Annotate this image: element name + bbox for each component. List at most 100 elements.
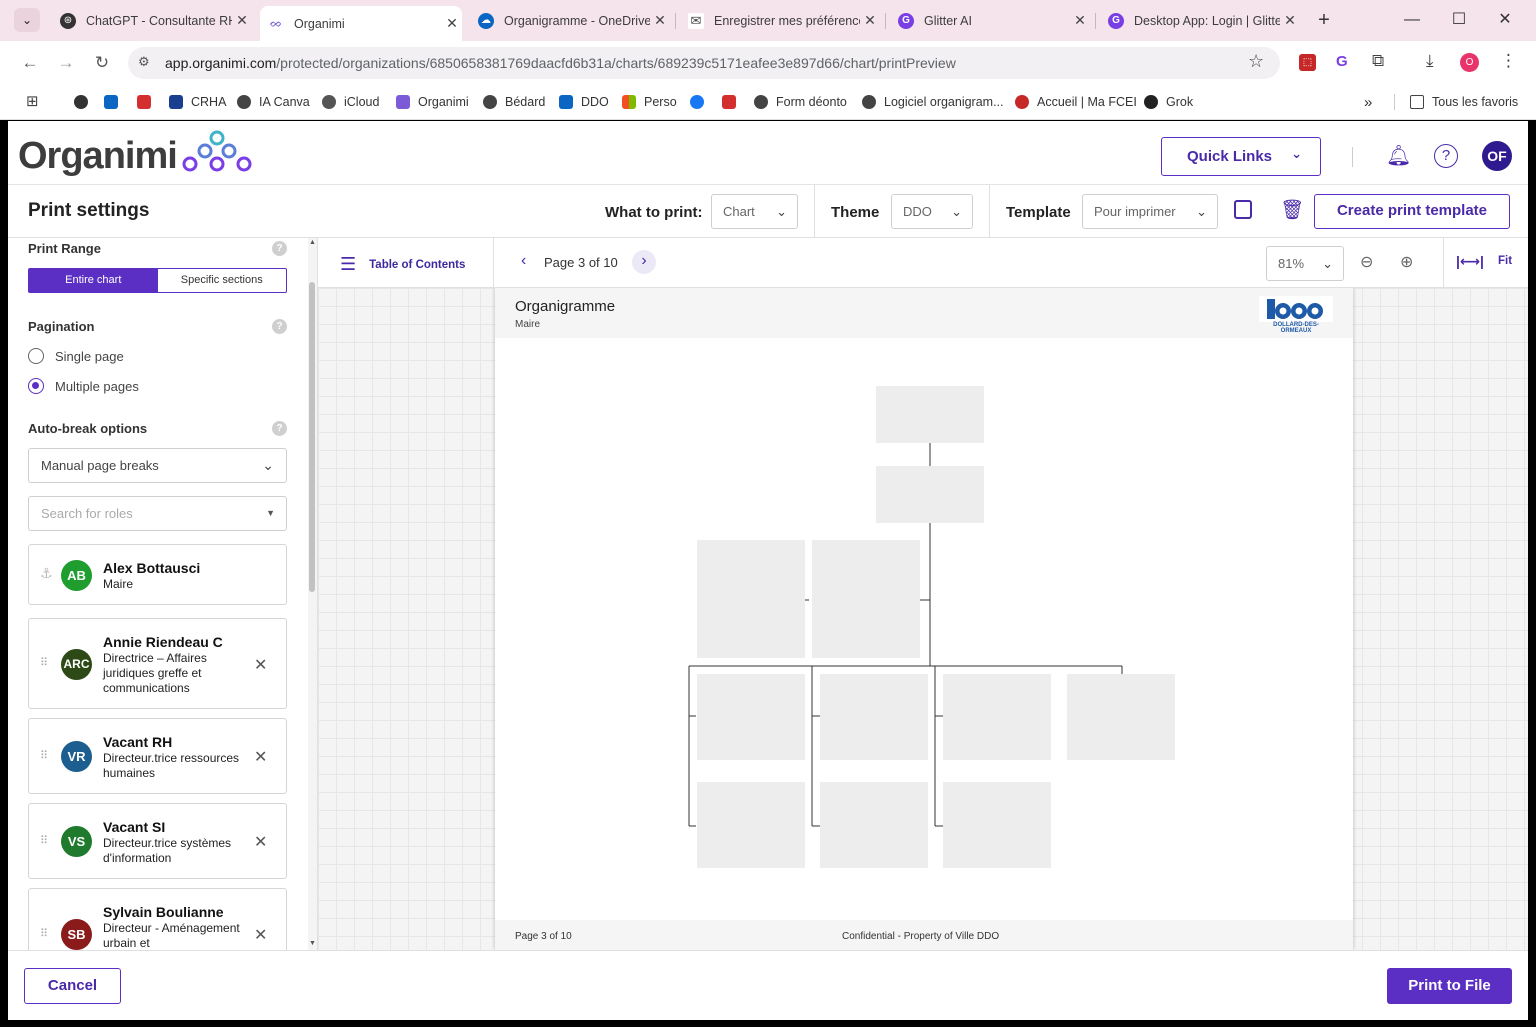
maximize-icon[interactable]: ☐: [1439, 8, 1479, 32]
browser-menu-icon[interactable]: ⋮: [1500, 51, 1517, 71]
close-icon[interactable]: ✕: [1070, 12, 1090, 29]
bookmarks-overflow[interactable]: »: [1364, 93, 1372, 111]
role-card[interactable]: ⚓︎ AB Alex Bottausci Maire: [28, 544, 287, 605]
back-icon[interactable]: ←: [18, 51, 42, 75]
browser-tab[interactable]: G Glitter AI ✕: [890, 7, 1090, 34]
org-chart-node[interactable]: [943, 782, 1051, 868]
auto-break-select[interactable]: Manual page breaks ⌄: [28, 448, 287, 483]
window-close-icon[interactable]: ✕: [1485, 8, 1525, 32]
role-card[interactable]: ⠿ ARC Annie Riendeau C Directrice – Affa…: [28, 618, 287, 709]
org-chart-node[interactable]: [697, 782, 805, 868]
new-tab-button[interactable]: +: [1312, 8, 1336, 32]
role-card[interactable]: ⠿ VS Vacant SI Directeur.trice systèmes …: [28, 803, 287, 879]
remove-icon[interactable]: ✕: [254, 925, 267, 945]
cancel-button[interactable]: Cancel: [24, 968, 121, 1004]
org-chart-node[interactable]: [812, 540, 920, 658]
remove-icon[interactable]: ✕: [254, 747, 267, 767]
downloads-icon[interactable]: ⤓: [1426, 51, 1434, 71]
range-entire-chart[interactable]: Entire chart: [29, 269, 158, 292]
scroll-up-icon[interactable]: ▲: [309, 239, 316, 246]
org-chart-node[interactable]: [876, 466, 984, 523]
browser-tab[interactable]: G Desktop App: Login | Glitter ✕: [1100, 7, 1300, 34]
close-icon[interactable]: ✕: [442, 15, 462, 32]
role-card[interactable]: ⠿ VR Vacant RH Directeur.trice ressource…: [28, 718, 287, 794]
remove-icon[interactable]: ✕: [254, 832, 267, 852]
drag-handle-icon[interactable]: ⠿: [40, 656, 48, 669]
search-roles-input[interactable]: Search for roles ▼: [28, 496, 287, 531]
panel-scrollbar-thumb[interactable]: [309, 282, 315, 592]
organimi-logo[interactable]: Organimi: [18, 135, 178, 178]
bookmark-item[interactable]: Grok: [1144, 93, 1193, 111]
bookmark-item[interactable]: Accueil | Ma FCEI: [1015, 93, 1137, 111]
bell-icon[interactable]: 🔔︎: [1386, 143, 1411, 168]
next-page-icon[interactable]: ›: [632, 250, 656, 274]
site-info-icon[interactable]: ⚙: [138, 54, 150, 70]
close-icon[interactable]: ✕: [650, 12, 670, 29]
browser-tab[interactable]: ✉ Enregistrer mes préférences ✕: [680, 7, 880, 34]
bookmark-item[interactable]: Perso: [622, 93, 677, 111]
org-chart-node[interactable]: [1067, 674, 1175, 760]
bookmark-star-icon[interactable]: ☆: [1248, 51, 1264, 72]
remove-icon[interactable]: ✕: [254, 655, 267, 675]
multiple-pages-radio[interactable]: Multiple pages: [28, 378, 139, 394]
quick-links-button[interactable]: Quick Links ⌄: [1161, 137, 1321, 176]
org-chart-node[interactable]: [820, 782, 928, 868]
bookmark-item[interactable]: Bédard: [483, 93, 545, 111]
org-chart-node[interactable]: [697, 540, 805, 658]
drag-handle-icon[interactable]: ⠿: [40, 749, 48, 762]
org-chart-node[interactable]: [697, 674, 805, 760]
table-of-contents-button[interactable]: ☰ Table of Contents: [340, 254, 465, 275]
close-icon[interactable]: ✕: [1280, 12, 1300, 29]
delete-template-icon[interactable]: 🗑︎: [1280, 198, 1304, 222]
role-card[interactable]: ⠿ SB Sylvain Boulianne Directeur - Aména…: [28, 888, 287, 950]
bookmark-item[interactable]: IA Canva: [237, 93, 310, 111]
grammarly-extension-icon[interactable]: G: [1336, 53, 1348, 70]
bookmark-item[interactable]: CRHA: [169, 93, 226, 111]
what-to-print-select[interactable]: Chart ⌄: [711, 194, 798, 229]
zoom-select[interactable]: 81% ⌄: [1266, 246, 1344, 281]
browser-tab[interactable]: ⊛ ChatGPT - Consultante RH ✕: [52, 7, 252, 34]
close-icon[interactable]: ✕: [860, 12, 880, 29]
drag-handle-icon[interactable]: ⠿: [40, 834, 48, 847]
url-text[interactable]: app.organimi.com/protected/organizations…: [165, 55, 956, 71]
range-specific-sections[interactable]: Specific sections: [158, 269, 287, 292]
zoom-in-icon[interactable]: ⊕: [1400, 252, 1413, 272]
create-print-template-button[interactable]: Create print template: [1314, 194, 1510, 229]
profile-avatar[interactable]: O: [1460, 53, 1479, 72]
print-preview-canvas[interactable]: Organigramme Maire DOLLARD-DES-ORMEAUX P…: [318, 288, 1528, 950]
help-icon[interactable]: ?: [1434, 144, 1458, 168]
all-bookmarks[interactable]: Tous les favoris: [1410, 93, 1518, 111]
org-chart-node[interactable]: [876, 386, 984, 443]
save-template-icon[interactable]: [1234, 200, 1252, 219]
org-chart-node[interactable]: [820, 674, 928, 760]
minimize-icon[interactable]: —: [1392, 8, 1432, 32]
bookmark-item[interactable]: [74, 93, 96, 111]
close-icon[interactable]: ✕: [232, 12, 252, 29]
browser-tab[interactable]: ☁ Organigramme - OneDrive ✕: [470, 7, 670, 34]
bookmark-item[interactable]: [137, 93, 159, 111]
reload-icon[interactable]: ↻: [90, 51, 114, 75]
bookmark-item[interactable]: [722, 93, 744, 111]
scroll-down-icon[interactable]: ▼: [309, 940, 316, 947]
print-to-file-button[interactable]: Print to File: [1387, 968, 1512, 1004]
help-icon[interactable]: ?: [272, 319, 287, 334]
template-select[interactable]: Pour imprimer ⌄: [1082, 194, 1218, 229]
forward-icon[interactable]: →: [54, 51, 78, 75]
theme-select[interactable]: DDO ⌄: [891, 194, 973, 229]
browser-tab-active[interactable]: ᨖ Organimi ✕: [260, 6, 462, 41]
bookmark-item[interactable]: Form déonto: [754, 93, 847, 111]
fit-button[interactable]: Fit: [1498, 255, 1512, 267]
apps-grid-icon[interactable]: ⊞: [26, 92, 39, 110]
zoom-out-icon[interactable]: ⊖: [1360, 252, 1373, 272]
help-icon[interactable]: ?: [272, 241, 287, 256]
drag-handle-icon[interactable]: ⠿: [40, 927, 48, 940]
org-chart-node[interactable]: [943, 674, 1051, 760]
bookmark-item[interactable]: Organimi: [396, 93, 469, 111]
fit-width-icon[interactable]: |⟷|: [1456, 253, 1484, 270]
extensions-puzzle-icon[interactable]: ⧉: [1372, 51, 1384, 71]
single-page-radio[interactable]: Single page: [28, 348, 124, 364]
bookmark-item[interactable]: Logiciel organigram...: [862, 93, 1004, 111]
help-icon[interactable]: ?: [272, 421, 287, 436]
bookmark-item[interactable]: DDO: [559, 93, 609, 111]
prev-page-icon[interactable]: ‹: [521, 252, 526, 270]
